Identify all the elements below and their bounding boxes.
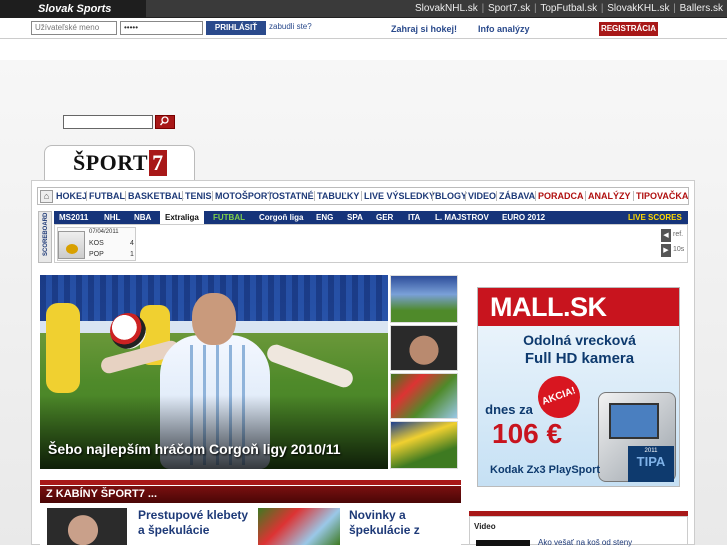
away-score: 1	[130, 251, 134, 258]
hero-caption[interactable]: Šebo najlepším hráčom Corgoň ligy 2010/1…	[48, 441, 341, 457]
nav-analyzy[interactable]: ANALÝZY	[588, 188, 631, 204]
match-card[interactable]: 07/04/2011 KOS 4 POP 1	[57, 227, 136, 261]
away-team: POP	[89, 251, 104, 258]
scoreboard-side: SCOREBOARD	[38, 211, 52, 263]
forgot-password-link[interactable]: zabudli ste?	[269, 20, 312, 34]
main-nav: ⌂ HOKEJ FUTBAL BASKETBAL TENIS MOTOŠPORT…	[37, 187, 689, 205]
network-link-slovaknhl[interactable]: SlovakNHL.sk	[415, 3, 478, 14]
video-thumbnail[interactable]	[476, 540, 530, 546]
thumbnail-3[interactable]	[390, 373, 458, 419]
nav-live-vysledky[interactable]: LIVE VÝSLEDKY	[364, 188, 435, 204]
username-input[interactable]: Užívateľské meno	[31, 21, 117, 35]
network-link-slovakkhl[interactable]: SlovakKHL.sk	[607, 3, 669, 14]
kabiny-thumb-2[interactable]	[258, 508, 340, 545]
logo-tab: ŠPORT 7	[44, 145, 195, 181]
thumbnail-2[interactable]	[390, 325, 458, 371]
network-brand[interactable]: Slovak Sports Network	[0, 0, 146, 33]
logo-text: ŠPORT	[73, 150, 149, 175]
advertisement[interactable]: MALL.SK Odolná vrecková Full HD kamera d…	[477, 287, 680, 487]
network-link-ballers[interactable]: Ballers.sk	[680, 3, 723, 14]
nav-tipovacka[interactable]: TIPOVAČKA	[636, 188, 688, 204]
kabiny-divider	[40, 480, 461, 485]
award-name: TIPA	[636, 454, 666, 469]
video-link[interactable]: Ako vešať na koš od steny	[538, 538, 632, 547]
video-title: Video	[474, 522, 496, 531]
sb-tab-spa[interactable]: SPA	[347, 211, 363, 224]
scoreboard-tabs: MS2011 NHL NBA Extraliga FUTBAL Corgoň l…	[54, 211, 688, 224]
sb-tab-ger[interactable]: GER	[376, 211, 393, 224]
kabiny-item-2[interactable]: Novinky a špekulácie z	[349, 508, 420, 538]
login-bar: Užívateľské meno ••••• PRIHLÁSIŤ zabudli…	[0, 19, 727, 39]
kabiny-list: Prestupové klebety a špekulácie Novinky …	[40, 503, 461, 545]
ad-line-1: Odolná vrecková	[523, 332, 636, 348]
info-analyzy-link[interactable]: Info analýzy	[478, 22, 530, 36]
home-icon[interactable]: ⌂	[40, 190, 53, 203]
kabiny-thumb-1[interactable]	[47, 508, 127, 545]
thumbnail-4[interactable]	[390, 421, 458, 469]
password-input[interactable]: •••••	[120, 21, 203, 35]
nav-motosport[interactable]: MOTOŠPORT	[215, 188, 273, 204]
nav-blogy[interactable]: BLOGY	[435, 188, 467, 204]
nav-tenis[interactable]: TENIS	[185, 188, 212, 204]
sb-tab-extraliga[interactable]: Extraliga	[160, 211, 204, 224]
refresh-label: ref.	[673, 231, 684, 238]
kabiny-item-2-line2: špekulácie z	[349, 523, 420, 537]
prev-arrow-icon[interactable]: ◀	[661, 229, 671, 242]
sb-tab-nhl[interactable]: NHL	[104, 211, 120, 224]
match-date: 07/04/2011	[89, 229, 119, 235]
search-button[interactable]	[155, 115, 175, 129]
sb-tab-corgon-liga[interactable]: Corgoň liga	[259, 211, 303, 224]
ad-price: 106 €	[492, 418, 563, 449]
scoreboard-label: SCOREBOARD	[43, 212, 49, 256]
site-logo[interactable]: ŠPORT 7	[73, 150, 167, 176]
search-input[interactable]	[63, 115, 153, 129]
sb-tab-eng[interactable]: ENG	[316, 211, 333, 224]
ad-line-3: dnes za	[485, 402, 533, 417]
kabiny-item-2-line1: Novinky a	[349, 508, 406, 522]
thumbnail-1[interactable]	[390, 275, 458, 323]
nav-ostatne[interactable]: OSTATNÉ	[272, 188, 314, 204]
ad-line-2: Full HD kamera	[524, 350, 635, 367]
home-team: KOS	[89, 240, 104, 247]
nav-basketbal[interactable]: BASKETBAL	[128, 188, 184, 204]
league-logo	[58, 231, 85, 259]
hero-image[interactable]: Šebo najlepším hráčom Corgoň ligy 2010/1…	[40, 275, 388, 469]
sb-tab-ita[interactable]: ITA	[408, 211, 420, 224]
video-box: Video Ako vešať na koš od steny	[469, 516, 688, 547]
live-scores-link[interactable]: LIVE SCORES	[628, 211, 682, 224]
nav-zabava[interactable]: ZÁBAVA	[499, 188, 535, 204]
sb-tab-ms2011[interactable]: MS2011	[59, 211, 88, 224]
nav-futbal[interactable]: FUTBAL	[89, 188, 125, 204]
network-bar: Slovak Sports Network SlovakNHL.sk | Spo…	[0, 0, 727, 33]
sb-tab-l-majstrov[interactable]: L. MAJSTROV	[435, 211, 489, 224]
kabiny-title: Z KABÍNY ŠPORT7 ...	[40, 486, 461, 503]
sb-tab-euro-2012[interactable]: EURO 2012	[502, 211, 545, 224]
nav-poradca[interactable]: PORADCA	[538, 188, 584, 204]
kabiny-item-1[interactable]: Prestupové klebety a špekulácie	[138, 508, 258, 538]
scoreboard-body: 07/04/2011 KOS 4 POP 1	[54, 224, 688, 263]
sb-tab-nba[interactable]: NBA	[134, 211, 151, 224]
refresh-interval: 10s	[673, 246, 685, 253]
network-links: SlovakNHL.sk | Sport7.sk | TopFutbal.sk …	[415, 3, 723, 14]
nav-video[interactable]: VIDEO	[468, 188, 496, 204]
search-icon	[159, 116, 169, 126]
login-button[interactable]: PRIHLÁSIŤ	[206, 21, 266, 35]
ad-product: Kodak Zx3 PlaySport	[490, 464, 601, 476]
nav-hokej[interactable]: HOKEJ	[56, 188, 87, 204]
next-arrow-icon[interactable]: ▶	[661, 244, 671, 257]
network-link-topfutbal[interactable]: TopFutbal.sk	[540, 3, 597, 14]
ad-brand: MALL.SK	[478, 288, 679, 326]
network-link-sport7[interactable]: Sport7.sk	[488, 3, 530, 14]
logo-number: 7	[149, 150, 167, 176]
play-hockey-link[interactable]: Zahraj si hokej!	[391, 22, 457, 36]
nav-tabulky[interactable]: TABUĽKY	[317, 188, 359, 204]
home-score: 4	[130, 240, 134, 247]
sb-tab-futbal[interactable]: FUTBAL	[213, 211, 245, 224]
register-button[interactable]: REGISTRÁCIA	[599, 22, 658, 36]
tipa-award-logo: 2011 TIPA	[628, 446, 674, 482]
